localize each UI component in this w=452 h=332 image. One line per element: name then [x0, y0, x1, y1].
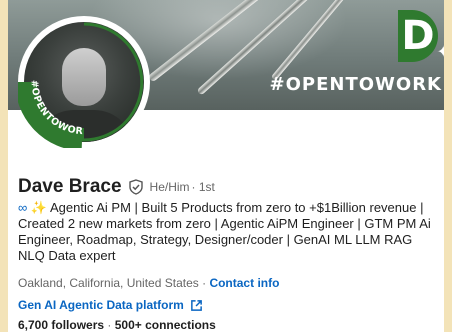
external-link-icon [190, 299, 202, 311]
banner-tagline: #OPENTOWORK [269, 74, 442, 95]
profile-name: Dave Brace [18, 176, 122, 197]
name-row: Dave Brace He/Him · 1st [18, 176, 215, 198]
location-text: Oakland, California, United States · [18, 276, 207, 290]
website-link-label: Gen AI Agentic Data platform [18, 298, 184, 312]
sparkle-icon: ✦ [436, 42, 444, 61]
stats-separator: · [107, 318, 112, 332]
location-row: Oakland, California, United States · Con… [18, 276, 279, 290]
connection-degree: · 1st [191, 180, 215, 194]
brand-letter: D [401, 13, 435, 59]
headline-text: Agentic Ai PM | Built 5 Products from ze… [18, 200, 431, 263]
verified-shield-icon[interactable] [128, 179, 144, 195]
network-stats: 6,700 followers · 500+ connections [18, 318, 216, 332]
sparkle-icon: ✨ [30, 200, 48, 215]
infinity-icon: ∞ [18, 200, 28, 215]
followers-count[interactable]: 6,700 followers [18, 318, 104, 332]
profile-card: D ✦ #OPENTOWORK #OPENTOWORK Dave Brace [8, 0, 444, 332]
pronouns: He/Him [149, 180, 190, 194]
avatar[interactable]: #OPENTOWORK [18, 16, 150, 148]
profile-headline: ∞ ✨ Agentic Ai PM | Built 5 Products fro… [18, 200, 442, 264]
open-to-work-ring: #OPENTOWORK [18, 16, 144, 148]
featured-website-link[interactable]: Gen AI Agentic Data platform [18, 298, 203, 312]
brand-logo: D ✦ [398, 10, 444, 62]
connections-count[interactable]: 500+ connections [115, 318, 216, 332]
contact-info-link[interactable]: Contact info [209, 276, 279, 290]
